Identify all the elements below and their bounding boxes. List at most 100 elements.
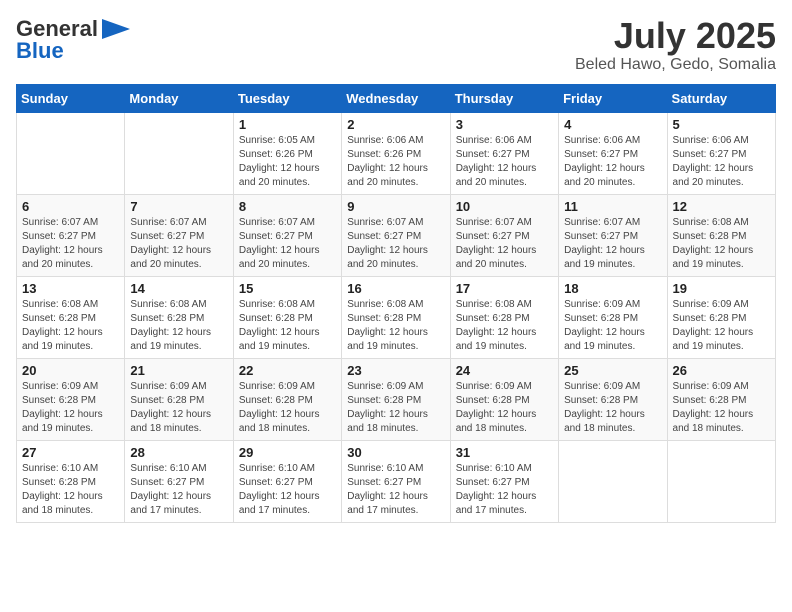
table-row: 25 Sunrise: 6:09 AMSunset: 6:28 PMDaylig…	[559, 358, 667, 440]
day-number: 18	[564, 281, 661, 296]
day-number: 4	[564, 117, 661, 132]
table-row: 27 Sunrise: 6:10 AMSunset: 6:28 PMDaylig…	[17, 440, 125, 522]
day-info: Sunrise: 6:09 AMSunset: 6:28 PMDaylight:…	[564, 381, 645, 434]
table-row: 28 Sunrise: 6:10 AMSunset: 6:27 PMDaylig…	[125, 440, 233, 522]
day-info: Sunrise: 6:07 AMSunset: 6:27 PMDaylight:…	[347, 217, 428, 270]
day-info: Sunrise: 6:06 AMSunset: 6:26 PMDaylight:…	[347, 135, 428, 188]
day-info: Sunrise: 6:09 AMSunset: 6:28 PMDaylight:…	[456, 381, 537, 434]
day-number: 24	[456, 363, 553, 378]
day-info: Sunrise: 6:09 AMSunset: 6:28 PMDaylight:…	[239, 381, 320, 434]
table-row: 11 Sunrise: 6:07 AMSunset: 6:27 PMDaylig…	[559, 194, 667, 276]
calendar-subtitle: Beled Hawo, Gedo, Somalia	[575, 56, 776, 74]
day-info: Sunrise: 6:06 AMSunset: 6:27 PMDaylight:…	[673, 135, 754, 188]
table-row	[667, 440, 775, 522]
calendar-header-row: Sunday Monday Tuesday Wednesday Thursday…	[17, 84, 776, 112]
col-monday: Monday	[125, 84, 233, 112]
table-row: 31 Sunrise: 6:10 AMSunset: 6:27 PMDaylig…	[450, 440, 558, 522]
logo-flag-icon	[102, 19, 130, 39]
table-row: 1 Sunrise: 6:05 AMSunset: 6:26 PMDayligh…	[233, 112, 341, 194]
table-row: 30 Sunrise: 6:10 AMSunset: 6:27 PMDaylig…	[342, 440, 450, 522]
day-info: Sunrise: 6:07 AMSunset: 6:27 PMDaylight:…	[22, 217, 103, 270]
day-number: 20	[22, 363, 119, 378]
day-info: Sunrise: 6:07 AMSunset: 6:27 PMDaylight:…	[456, 217, 537, 270]
day-info: Sunrise: 6:10 AMSunset: 6:27 PMDaylight:…	[239, 463, 320, 516]
day-number: 2	[347, 117, 444, 132]
col-tuesday: Tuesday	[233, 84, 341, 112]
day-info: Sunrise: 6:10 AMSunset: 6:27 PMDaylight:…	[130, 463, 211, 516]
day-number: 5	[673, 117, 770, 132]
day-number: 22	[239, 363, 336, 378]
table-row: 4 Sunrise: 6:06 AMSunset: 6:27 PMDayligh…	[559, 112, 667, 194]
day-info: Sunrise: 6:07 AMSunset: 6:27 PMDaylight:…	[130, 217, 211, 270]
day-number: 28	[130, 445, 227, 460]
table-row: 23 Sunrise: 6:09 AMSunset: 6:28 PMDaylig…	[342, 358, 450, 440]
calendar-table: Sunday Monday Tuesday Wednesday Thursday…	[16, 84, 776, 523]
col-sunday: Sunday	[17, 84, 125, 112]
day-number: 7	[130, 199, 227, 214]
table-row: 22 Sunrise: 6:09 AMSunset: 6:28 PMDaylig…	[233, 358, 341, 440]
table-row: 20 Sunrise: 6:09 AMSunset: 6:28 PMDaylig…	[17, 358, 125, 440]
day-info: Sunrise: 6:08 AMSunset: 6:28 PMDaylight:…	[22, 299, 103, 352]
table-row: 9 Sunrise: 6:07 AMSunset: 6:27 PMDayligh…	[342, 194, 450, 276]
day-info: Sunrise: 6:07 AMSunset: 6:27 PMDaylight:…	[239, 217, 320, 270]
day-info: Sunrise: 6:08 AMSunset: 6:28 PMDaylight:…	[130, 299, 211, 352]
logo-blue-text: Blue	[16, 38, 64, 64]
table-row: 17 Sunrise: 6:08 AMSunset: 6:28 PMDaylig…	[450, 276, 558, 358]
day-info: Sunrise: 6:09 AMSunset: 6:28 PMDaylight:…	[673, 299, 754, 352]
page-header: General Blue July 2025 Beled Hawo, Gedo,…	[16, 16, 776, 74]
calendar-title: July 2025	[575, 16, 776, 56]
day-info: Sunrise: 6:08 AMSunset: 6:28 PMDaylight:…	[673, 217, 754, 270]
day-info: Sunrise: 6:07 AMSunset: 6:27 PMDaylight:…	[564, 217, 645, 270]
table-row: 26 Sunrise: 6:09 AMSunset: 6:28 PMDaylig…	[667, 358, 775, 440]
table-row: 8 Sunrise: 6:07 AMSunset: 6:27 PMDayligh…	[233, 194, 341, 276]
day-number: 19	[673, 281, 770, 296]
calendar-week-row: 13 Sunrise: 6:08 AMSunset: 6:28 PMDaylig…	[17, 276, 776, 358]
col-wednesday: Wednesday	[342, 84, 450, 112]
calendar-week-row: 27 Sunrise: 6:10 AMSunset: 6:28 PMDaylig…	[17, 440, 776, 522]
day-info: Sunrise: 6:10 AMSunset: 6:27 PMDaylight:…	[347, 463, 428, 516]
day-info: Sunrise: 6:09 AMSunset: 6:28 PMDaylight:…	[130, 381, 211, 434]
day-number: 15	[239, 281, 336, 296]
day-number: 10	[456, 199, 553, 214]
day-number: 3	[456, 117, 553, 132]
day-number: 25	[564, 363, 661, 378]
table-row: 18 Sunrise: 6:09 AMSunset: 6:28 PMDaylig…	[559, 276, 667, 358]
day-info: Sunrise: 6:08 AMSunset: 6:28 PMDaylight:…	[239, 299, 320, 352]
day-info: Sunrise: 6:09 AMSunset: 6:28 PMDaylight:…	[673, 381, 754, 434]
table-row	[17, 112, 125, 194]
day-info: Sunrise: 6:10 AMSunset: 6:28 PMDaylight:…	[22, 463, 103, 516]
table-row: 21 Sunrise: 6:09 AMSunset: 6:28 PMDaylig…	[125, 358, 233, 440]
day-number: 14	[130, 281, 227, 296]
table-row: 24 Sunrise: 6:09 AMSunset: 6:28 PMDaylig…	[450, 358, 558, 440]
day-info: Sunrise: 6:10 AMSunset: 6:27 PMDaylight:…	[456, 463, 537, 516]
table-row: 15 Sunrise: 6:08 AMSunset: 6:28 PMDaylig…	[233, 276, 341, 358]
table-row: 14 Sunrise: 6:08 AMSunset: 6:28 PMDaylig…	[125, 276, 233, 358]
col-thursday: Thursday	[450, 84, 558, 112]
table-row: 5 Sunrise: 6:06 AMSunset: 6:27 PMDayligh…	[667, 112, 775, 194]
table-row: 10 Sunrise: 6:07 AMSunset: 6:27 PMDaylig…	[450, 194, 558, 276]
day-info: Sunrise: 6:08 AMSunset: 6:28 PMDaylight:…	[456, 299, 537, 352]
table-row: 12 Sunrise: 6:08 AMSunset: 6:28 PMDaylig…	[667, 194, 775, 276]
day-number: 31	[456, 445, 553, 460]
calendar-week-row: 6 Sunrise: 6:07 AMSunset: 6:27 PMDayligh…	[17, 194, 776, 276]
day-number: 13	[22, 281, 119, 296]
table-row: 6 Sunrise: 6:07 AMSunset: 6:27 PMDayligh…	[17, 194, 125, 276]
table-row: 2 Sunrise: 6:06 AMSunset: 6:26 PMDayligh…	[342, 112, 450, 194]
table-row: 16 Sunrise: 6:08 AMSunset: 6:28 PMDaylig…	[342, 276, 450, 358]
table-row: 19 Sunrise: 6:09 AMSunset: 6:28 PMDaylig…	[667, 276, 775, 358]
day-info: Sunrise: 6:05 AMSunset: 6:26 PMDaylight:…	[239, 135, 320, 188]
table-row	[125, 112, 233, 194]
day-number: 26	[673, 363, 770, 378]
title-block: July 2025 Beled Hawo, Gedo, Somalia	[575, 16, 776, 74]
day-info: Sunrise: 6:09 AMSunset: 6:28 PMDaylight:…	[564, 299, 645, 352]
table-row: 29 Sunrise: 6:10 AMSunset: 6:27 PMDaylig…	[233, 440, 341, 522]
day-number: 8	[239, 199, 336, 214]
table-row: 13 Sunrise: 6:08 AMSunset: 6:28 PMDaylig…	[17, 276, 125, 358]
day-number: 1	[239, 117, 336, 132]
col-saturday: Saturday	[667, 84, 775, 112]
day-number: 11	[564, 199, 661, 214]
col-friday: Friday	[559, 84, 667, 112]
day-number: 23	[347, 363, 444, 378]
day-number: 30	[347, 445, 444, 460]
day-number: 29	[239, 445, 336, 460]
